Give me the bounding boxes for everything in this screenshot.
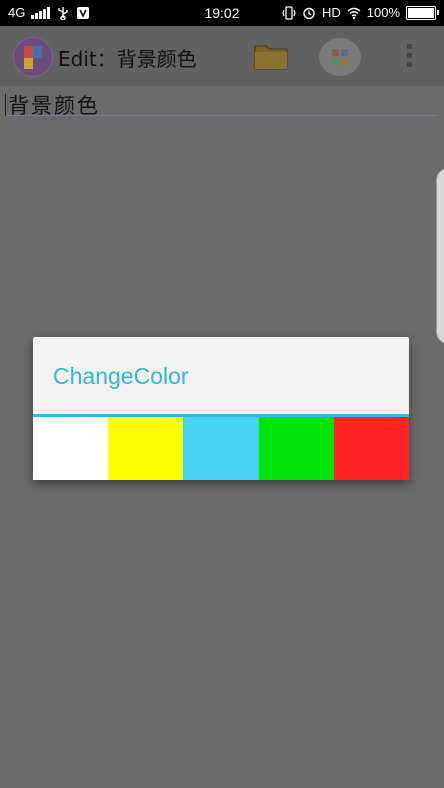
palette-button[interactable]: [319, 38, 361, 76]
swatch-red[interactable]: [333, 417, 410, 480]
wifi-icon: [347, 7, 361, 19]
editor-text: 背景颜色: [8, 94, 100, 118]
swatch-cyan[interactable]: [183, 417, 259, 480]
vibrate-icon: [282, 5, 296, 20]
color-swatch-row: [33, 417, 410, 480]
battery-percent: 100%: [366, 5, 400, 20]
swatch-green[interactable]: [258, 417, 334, 480]
change-color-dialog: ChangeColor: [33, 337, 410, 480]
dialog-title: ChangeColor: [53, 363, 189, 389]
status-right: HD 100%: [282, 5, 439, 20]
swatch-white[interactable]: [33, 417, 109, 480]
folder-icon[interactable]: [254, 41, 288, 71]
editor-field[interactable]: 背景颜色: [5, 92, 437, 118]
alarm-icon: [303, 7, 315, 19]
hd-label: HD: [321, 5, 341, 20]
text-caret: [5, 94, 6, 116]
status-bar: 4G 19:02 HD 100%: [0, 0, 444, 26]
app-bar: Edit：背景颜色: [0, 26, 444, 86]
palette-icon: [332, 49, 348, 65]
swatch-yellow[interactable]: [108, 417, 184, 480]
overflow-menu-icon[interactable]: [402, 44, 416, 72]
edge-handle[interactable]: [436, 168, 444, 344]
battery-icon: [406, 5, 439, 20]
app-logo-icon[interactable]: [13, 37, 53, 77]
page-title: Edit：背景颜色: [58, 47, 197, 71]
